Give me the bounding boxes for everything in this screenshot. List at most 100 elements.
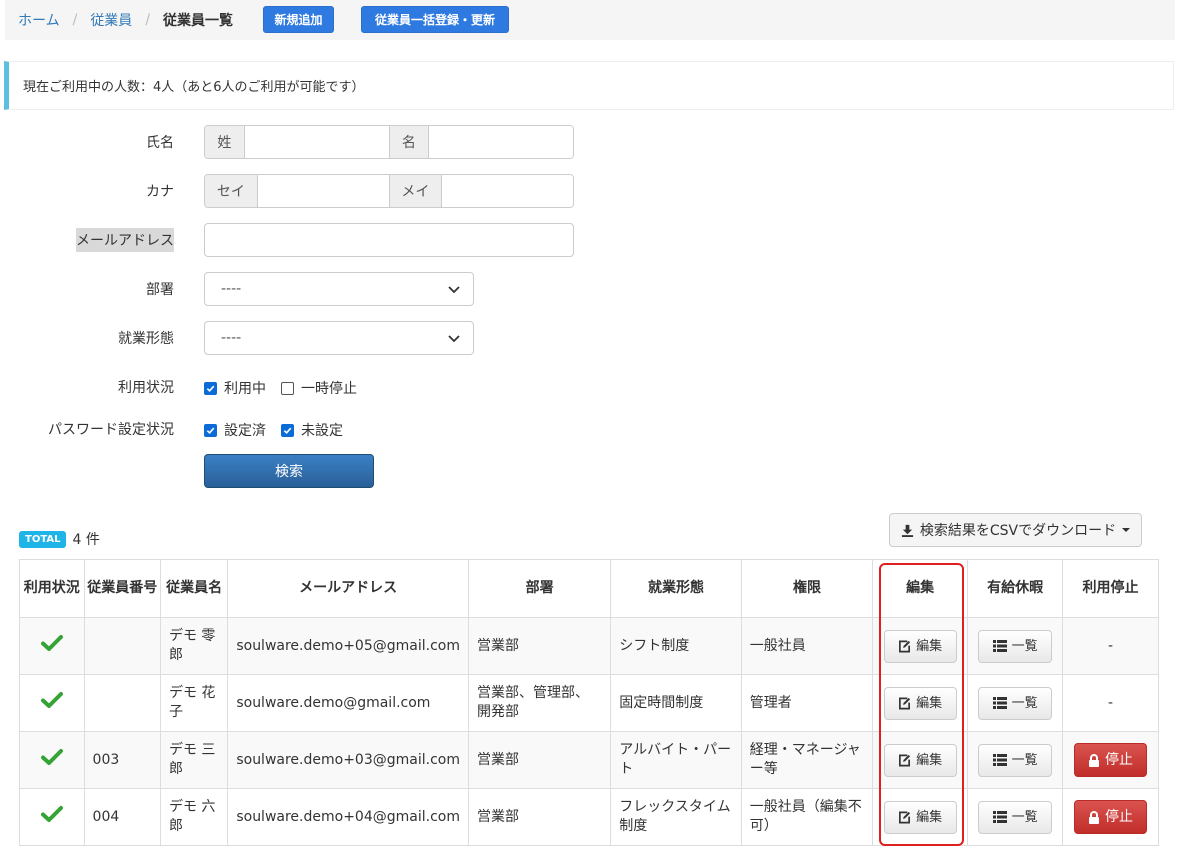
leave-list-label: 一覧 [1011,638,1038,654]
email-cell: soulware.demo@gmail.com [227,674,469,732]
kana-label: カナ [146,184,174,200]
leave-list-button[interactable]: 一覧 [978,686,1053,720]
header-name: 従業員名 [159,559,229,618]
new-employee-button[interactable]: 新規追加 [263,6,334,33]
edit-button-label: 編集 [916,809,943,825]
status-label: 利用状況 [118,380,174,396]
status-paused-label: 一時停止 [301,381,357,397]
password-set-label: 設定済 [224,423,266,439]
employee-name-cell: デモ 花子 [159,674,229,732]
employee-number-cell: 003 [83,731,161,789]
employment-cell: 固定時間制度 [610,674,742,732]
employment-type-select[interactable]: ---- [204,321,474,355]
edit-button-label: 編集 [916,752,943,768]
stop-button[interactable]: 停止 [1074,743,1148,777]
department-label: 部署 [146,282,174,298]
employee-name-cell: デモ 零郎 [159,617,229,675]
edit-button[interactable]: 編集 [883,686,957,720]
stop-cell: 停止 [1062,788,1159,846]
first-kana-addon: メイ [389,175,442,207]
leave-list-button[interactable]: 一覧 [978,629,1053,663]
edit-icon [899,754,911,766]
email-input[interactable] [204,223,574,257]
leave-list-label: 一覧 [1011,809,1038,825]
lock-icon [1089,810,1100,824]
password-unset-checkbox[interactable] [281,423,294,437]
csv-download-button[interactable]: 検索結果をCSVでダウンロード [889,513,1142,547]
name-input-group: 姓 名 [204,125,574,159]
usage-info-text: 現在ご利用中の人数：4人（あと6人のご利用が可能です） [23,80,365,95]
name-label: 氏名 [146,135,174,151]
department-cell: 営業部 [467,788,612,846]
lock-icon [1089,753,1100,767]
stop-button[interactable]: 停止 [1074,800,1148,834]
edit-button[interactable]: 編集 [883,629,957,663]
header-status: 利用状況 [19,559,85,618]
first-name-input[interactable] [428,126,573,158]
edit-button-label: 編集 [916,638,943,654]
status-paused-checkbox[interactable] [281,381,294,395]
leave-list-button[interactable]: 一覧 [978,743,1053,777]
list-icon [992,811,1007,823]
edit-button[interactable]: 編集 [883,743,957,777]
bulk-register-button[interactable]: 従業員一括登録・更新 [361,6,509,33]
employee-name-cell: デモ 三郎 [159,731,229,789]
employee-number-cell [83,674,161,732]
total-count-text: 4 件 [72,532,100,548]
leave-list-button[interactable]: 一覧 [978,800,1053,834]
edit-cell: 編集 [872,674,969,732]
usage-info-box: 現在ご利用中の人数：4人（あと6人のご利用が可能です） [4,61,1174,110]
first-name-addon: 名 [388,126,429,158]
check-icon [283,427,292,434]
header-email: メールアドレス [227,559,469,618]
status-cell [19,674,85,732]
leave-cell: 一覧 [967,788,1064,846]
last-name-input[interactable] [244,126,389,158]
status-active-checkbox[interactable] [204,381,217,395]
first-kana-input[interactable] [441,175,573,207]
last-name-addon: 姓 [205,126,245,158]
header-role: 権限 [740,559,874,618]
department-cell: 営業部、管理部、開発部 [467,674,612,732]
check-icon [40,635,63,651]
email-cell: soulware.demo+03@gmail.com [227,731,469,789]
breadcrumb-home-link[interactable]: ホーム [18,10,60,30]
kana-input-group: セイ メイ [204,174,574,208]
employee-table: 利用状況 従業員番号 従業員名 メールアドレス 部署 就業形態 権限 編集 有給… [19,559,1159,846]
total-badge: TOTAL [19,530,67,548]
search-button[interactable]: 検索 [204,454,374,488]
employment-cell: シフト制度 [610,617,742,675]
stop-button-label: 停止 [1105,808,1134,825]
caret-down-icon [1122,528,1131,532]
employee-name-cell: デモ 六郎 [159,788,229,846]
breadcrumb-separator: / [72,12,78,28]
list-icon [992,640,1007,652]
chevron-down-icon [448,335,460,343]
leave-list-label: 一覧 [1011,752,1038,768]
header-department: 部署 [467,559,612,618]
table-row: デモ 零郎 soulware.demo+05@gmail.com 営業部 シフト… [19,617,1159,675]
breadcrumb-separator: / [145,12,151,28]
department-cell: 営業部 [467,731,612,789]
header-leave: 有給休暇 [967,559,1064,618]
email-cell: soulware.demo+04@gmail.com [227,788,469,846]
stop-button-label: 停止 [1105,751,1134,768]
breadcrumb-current: 従業員一覧 [163,13,234,29]
chevron-down-icon [448,286,460,294]
employee-number-cell: 004 [83,788,161,846]
department-select[interactable]: ---- [204,272,474,306]
status-checkboxes: 利用中 一時停止 [204,378,372,398]
list-icon [992,754,1007,766]
table-header-row: 利用状況 従業員番号 従業員名 メールアドレス 部署 就業形態 権限 編集 有給… [19,559,1159,618]
status-cell [19,788,85,846]
header-number: 従業員番号 [83,559,161,618]
last-kana-input[interactable] [257,175,389,207]
breadcrumb-employees-link[interactable]: 従業員 [90,10,132,30]
edit-button[interactable]: 編集 [883,800,957,834]
password-set-checkbox[interactable] [204,423,217,437]
role-cell: 経理・マネージャー等 [740,731,874,789]
leave-cell: 一覧 [967,731,1064,789]
last-kana-addon: セイ [205,175,258,207]
check-icon [206,385,215,392]
stop-cell: - [1062,617,1159,675]
